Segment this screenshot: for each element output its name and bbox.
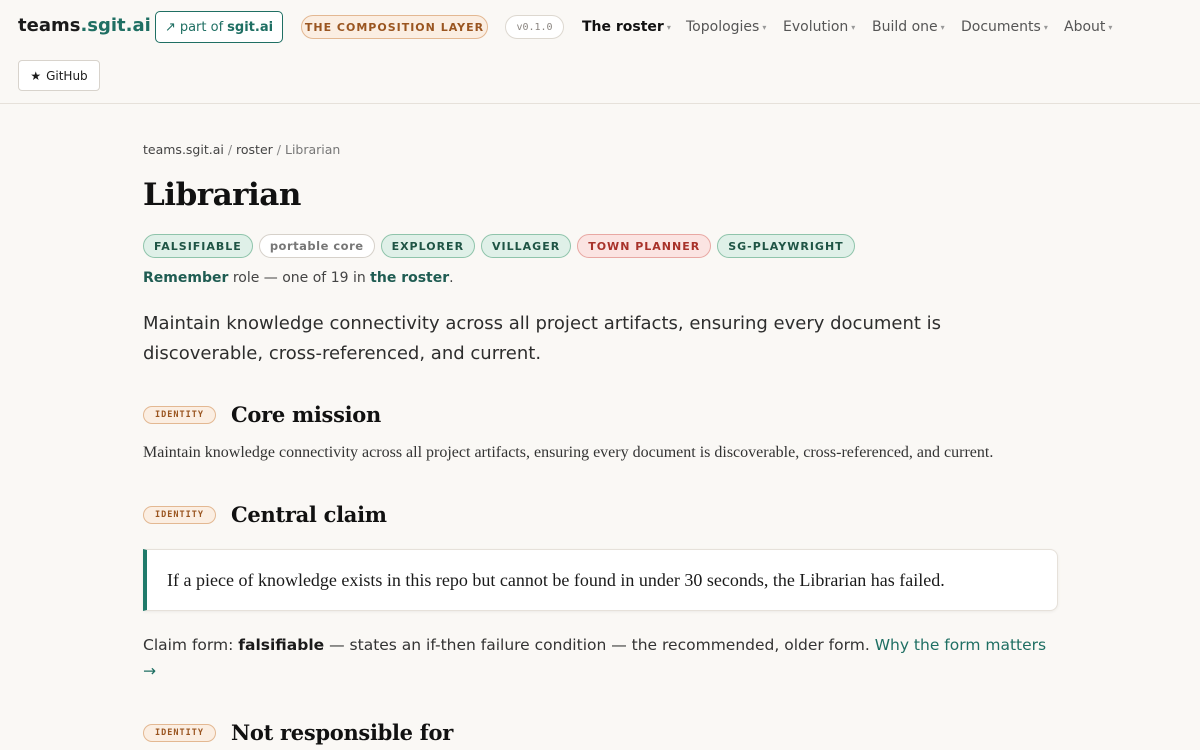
roster-link[interactable]: the roster xyxy=(370,270,449,286)
logo-accent-text: .sgit.ai xyxy=(80,15,151,36)
part-of-site: sgit.ai xyxy=(227,19,274,35)
claim-form-description: — states an if-then failure condition — … xyxy=(324,636,875,654)
logo-text: teams xyxy=(18,15,81,36)
section-title-central-claim: Central claim xyxy=(231,502,387,527)
breadcrumb-separator: / xyxy=(276,142,281,157)
section-title-not-responsible: Not responsible for xyxy=(231,720,453,745)
identity-badge: IDENTITY xyxy=(143,723,216,742)
breadcrumb-separator: / xyxy=(227,142,233,157)
external-arrow-icon: ↗ xyxy=(164,19,176,35)
role-middle-text: role — one of 19 in xyxy=(228,270,371,286)
chevron-down-icon: ▾ xyxy=(666,22,671,32)
chevron-down-icon: ▾ xyxy=(1043,22,1048,32)
chevron-down-icon: ▾ xyxy=(940,22,945,32)
chevron-down-icon: ▾ xyxy=(851,22,856,32)
github-label: GitHub xyxy=(46,68,88,83)
nav-evolution[interactable]: Evolution ▾ xyxy=(783,17,855,37)
nav-the-roster[interactable]: The roster ▾ xyxy=(582,17,671,37)
part-of-prefix: part of xyxy=(179,19,224,35)
nav-label: Evolution xyxy=(783,19,849,35)
nav-topologies[interactable]: Topologies ▾ xyxy=(686,17,766,37)
tag-portable-core: portable core xyxy=(258,234,375,258)
section-core-mission-header: IDENTITY Core mission xyxy=(143,402,381,427)
role-end-text: . xyxy=(449,270,454,286)
tag-town-planner: TOWN PLANNER xyxy=(577,234,712,258)
tag-villager: VILLAGER xyxy=(481,234,572,258)
page-title: Librarian xyxy=(143,177,301,213)
breadcrumb-roster-link[interactable]: roster xyxy=(236,142,273,157)
nav-build-one[interactable]: Build one ▾ xyxy=(872,17,945,37)
claim-form-note: Claim form: falsifiable — states an if-t… xyxy=(143,632,1058,684)
tag-falsifiable: FALSIFIABLE xyxy=(143,234,253,258)
nav-documents[interactable]: Documents ▾ xyxy=(961,17,1048,37)
section-central-claim-header: IDENTITY Central claim xyxy=(143,502,387,527)
site-logo[interactable]: teams.sgit.ai xyxy=(18,14,151,38)
role-description: Remember role — one of 19 in the roster. xyxy=(143,270,454,286)
claim-form-value: falsifiable xyxy=(238,636,325,654)
nav-label: Documents xyxy=(961,19,1041,35)
section-not-responsible-header: IDENTITY Not responsible for xyxy=(143,720,453,745)
claim-form-prefix: Claim form: xyxy=(143,636,239,654)
central-claim-quote: If a piece of knowledge exists in this r… xyxy=(143,549,1058,611)
tag-list: FALSIFIABLE portable core EXPLORER VILLA… xyxy=(143,234,855,258)
nav-label: The roster xyxy=(582,19,664,35)
identity-badge: IDENTITY xyxy=(143,405,216,424)
section-title-core-mission: Core mission xyxy=(231,402,381,427)
nav-label: Build one xyxy=(872,19,938,35)
tag-sg-playwright: SG-PLAYWRIGHT xyxy=(717,234,855,258)
site-header: teams.sgit.ai ↗ part of sgit.ai THE COMP… xyxy=(0,0,1200,104)
version-badge: v0.1.0 xyxy=(505,15,564,39)
page-lede: Maintain knowledge connectivity across a… xyxy=(143,313,942,364)
nav-label: About xyxy=(1064,19,1106,35)
role-remember-link[interactable]: Remember xyxy=(143,270,228,286)
breadcrumb-current: Librarian xyxy=(284,142,341,157)
chevron-down-icon: ▾ xyxy=(1108,22,1113,32)
part-of-sgit-link[interactable]: ↗ part of sgit.ai xyxy=(155,11,283,43)
breadcrumb-root-link[interactable]: teams.sgit.ai xyxy=(143,142,224,157)
core-mission-text: Maintain knowledge connectivity across a… xyxy=(143,444,994,461)
nav-label: Topologies xyxy=(686,19,760,35)
breadcrumb: teams.sgit.ai / roster / Librarian xyxy=(143,142,340,157)
composition-layer-badge: THE COMPOSITION LAYER xyxy=(301,15,488,39)
nav-about[interactable]: About ▾ xyxy=(1064,17,1112,37)
star-icon: ★ xyxy=(30,68,42,83)
identity-badge: IDENTITY xyxy=(143,505,216,524)
github-button[interactable]: ★ GitHub xyxy=(18,60,100,91)
tag-explorer: EXPLORER xyxy=(380,234,476,258)
chevron-down-icon: ▾ xyxy=(762,22,767,32)
